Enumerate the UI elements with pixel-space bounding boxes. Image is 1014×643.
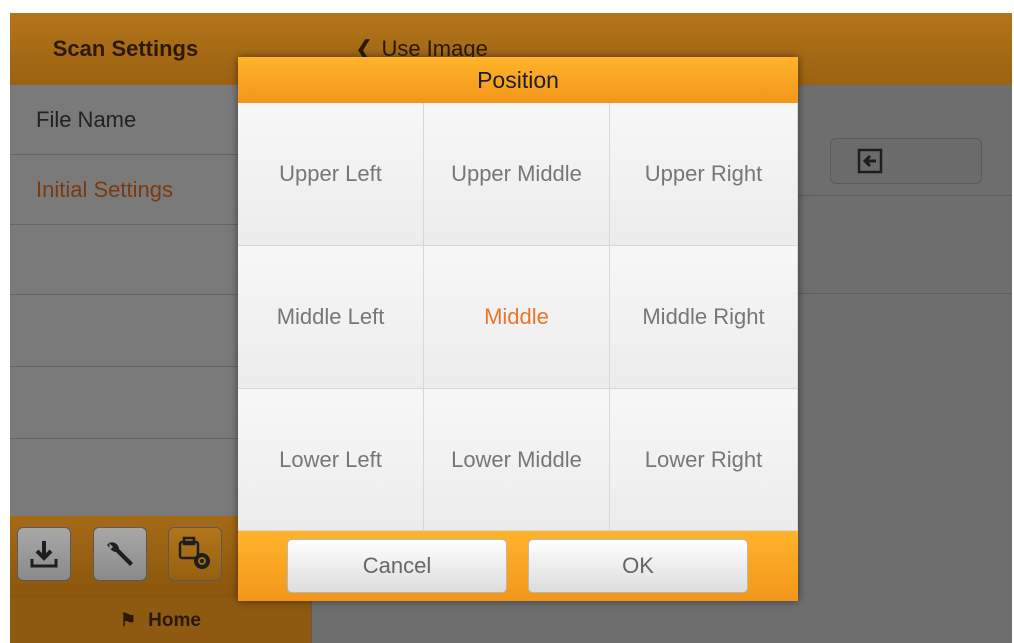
option-middle-right[interactable]: Middle Right (610, 246, 798, 389)
option-upper-right[interactable]: Upper Right (610, 103, 798, 246)
cancel-button[interactable]: Cancel (287, 539, 507, 593)
option-lower-left[interactable]: Lower Left (238, 389, 424, 531)
download-icon (30, 541, 58, 568)
position-dialog: Position Upper Left Upper Middle Upper R… (238, 57, 798, 601)
home-label: Home (148, 609, 201, 631)
ok-button[interactable]: OK (528, 539, 748, 593)
position-grid: Upper Left Upper Middle Upper Right Midd… (238, 103, 798, 531)
dialog-title: Position (238, 57, 798, 103)
option-lower-right[interactable]: Lower Right (610, 389, 798, 531)
wrench-icon (107, 542, 133, 566)
option-lower-middle[interactable]: Lower Middle (424, 389, 610, 531)
option-upper-left[interactable]: Upper Left (238, 103, 424, 246)
settings-gear-icon (178, 536, 210, 569)
import-arrow-icon (857, 148, 883, 174)
option-middle-left[interactable]: Middle Left (238, 246, 424, 389)
import-button[interactable] (830, 138, 982, 184)
dialog-footer: Cancel OK (238, 531, 798, 601)
download-button[interactable] (17, 527, 71, 581)
home-button[interactable]: ⚑ Home (10, 598, 311, 643)
scanner-settings-button[interactable] (168, 527, 222, 581)
tools-button[interactable] (93, 527, 147, 581)
option-middle[interactable]: Middle (424, 246, 610, 389)
option-upper-middle[interactable]: Upper Middle (424, 103, 610, 246)
home-icon: ⚑ (120, 610, 137, 630)
